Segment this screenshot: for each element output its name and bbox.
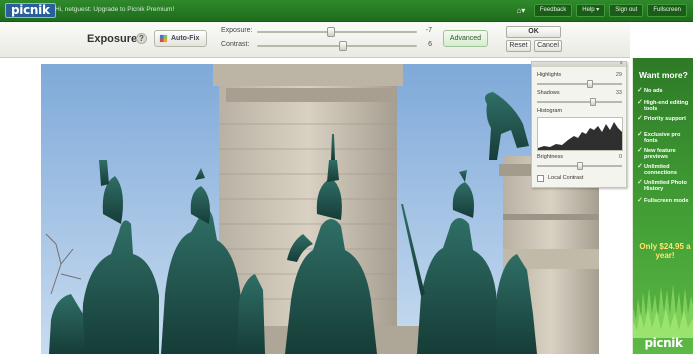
magic-wand-icon — [159, 34, 168, 43]
cancel-button[interactable]: Cancel — [534, 40, 562, 52]
exposure-value: -7 — [425, 27, 432, 34]
ad-feature-item: ✓ Unlimited connections — [637, 163, 693, 177]
auto-fix-button[interactable]: Auto-Fix — [154, 30, 207, 47]
brightness-label: Brightness — [537, 154, 563, 160]
tool-title: Exposure — [87, 33, 138, 45]
advanced-panel: × Highlights 29 Shadows 33 Histogram Bri… — [531, 61, 627, 188]
contrast-slider[interactable] — [257, 41, 417, 51]
ad-feature-label: Unlimited connections — [644, 164, 677, 177]
highlights-slider-thumb[interactable] — [586, 80, 593, 88]
help-icon[interactable]: ? — [136, 33, 147, 44]
ad-feature-label: Exclusive pro fonts — [644, 132, 681, 145]
shadows-slider[interactable] — [537, 98, 622, 106]
contrast-label: Contrast: — [221, 41, 250, 48]
brightness-slider-thumb[interactable] — [576, 162, 583, 170]
local-contrast-checkbox[interactable] — [537, 175, 544, 182]
histogram-graph — [537, 117, 623, 151]
highlights-slider[interactable] — [537, 80, 622, 88]
fullscreen-button[interactable]: Fullscreen — [647, 4, 687, 17]
advanced-button[interactable]: Advanced — [443, 30, 488, 47]
brightness-slider[interactable] — [537, 162, 622, 170]
exposure-slider[interactable] — [257, 27, 417, 37]
histogram-bars — [538, 122, 622, 150]
brightness-value: 0 — [618, 154, 622, 160]
checkmark-icon: ✓ — [637, 163, 643, 170]
ad-price: Only $24.95 a year! — [639, 242, 691, 260]
ad-title: Want more? — [639, 70, 688, 80]
top-nav: ⌂▾ Feedback Help ▾ Sign out Fullscreen — [512, 4, 687, 17]
ad-feature-label: Unlimited Photo History — [644, 180, 687, 193]
highlights-value: 29 — [615, 72, 622, 78]
contrast-slider-thumb[interactable] — [339, 41, 348, 51]
reset-button[interactable]: Reset — [506, 40, 531, 52]
local-contrast-label: Local Contrast — [548, 175, 584, 181]
contrast-value: 6 — [428, 41, 432, 48]
shadows-label: Shadows — [537, 90, 560, 96]
shadows-value: 33 — [615, 90, 622, 96]
checkmark-icon: ✓ — [637, 197, 643, 204]
checkmark-icon: ✓ — [637, 87, 643, 94]
ad-feature-item: ✓ New feature previews — [637, 147, 693, 161]
ad-feature-label: Priority support — [644, 116, 686, 122]
ad-feature-item: ✓ Unlimited Photo History — [637, 179, 693, 193]
top-bar: picnik Hi, netguest: Upgrade to Picnik P… — [0, 0, 693, 22]
ad-feature-item: ✓ No ads — [637, 87, 693, 94]
ok-button[interactable]: OK — [506, 26, 561, 38]
ad-feature-item: ✓ Priority support — [637, 115, 693, 122]
feedback-link[interactable]: Feedback — [533, 4, 573, 17]
close-icon[interactable]: × — [619, 61, 623, 67]
shadows-slider-thumb[interactable] — [590, 98, 597, 106]
exposure-label: Exposure: — [221, 27, 253, 34]
home-icon[interactable]: ⌂▾ — [512, 4, 530, 17]
ad-feature-label: New feature previews — [644, 148, 676, 161]
picnik-logo[interactable]: picnik — [5, 3, 56, 18]
sign-out-link[interactable]: Sign out — [609, 4, 644, 17]
photo-statues-image — [41, 64, 599, 354]
checkmark-icon: ✓ — [637, 131, 643, 138]
checkmark-icon: ✓ — [637, 179, 643, 186]
histogram-label: Histogram — [537, 108, 563, 114]
ad-feature-label: Fullscreen mode — [644, 198, 689, 204]
ad-feature-item: ✓ Exclusive pro fonts — [637, 131, 693, 145]
ad-feature-label: High-end editing tools — [644, 100, 689, 113]
checkmark-icon: ✓ — [637, 115, 643, 122]
checkmark-icon: ✓ — [637, 99, 643, 106]
ad-feature-label: No ads — [644, 88, 663, 94]
edited-photo[interactable] — [41, 64, 599, 354]
exposure-tool-panel: Exposure ? Auto-Fix Exposure: -7 Contras… — [0, 22, 630, 58]
checkmark-icon: ✓ — [637, 147, 643, 154]
ad-feature-item: ✓ Fullscreen mode — [637, 197, 693, 204]
help-menu[interactable]: Help ▾ — [576, 4, 606, 17]
advanced-panel-titlebar[interactable] — [532, 62, 626, 67]
picnik-editor: picnik Hi, netguest: Upgrade to Picnik P… — [0, 0, 693, 354]
upgrade-greeting[interactable]: Hi, netguest: Upgrade to Picnik Premium! — [55, 6, 174, 13]
exposure-slider-thumb[interactable] — [326, 27, 335, 37]
highlights-label: Highlights — [537, 72, 562, 78]
auto-fix-label: Auto-Fix — [171, 35, 200, 42]
ad-feature-item: ✓ High-end editing tools — [637, 99, 693, 113]
ad-picnik-logo: picnik — [644, 336, 683, 350]
grass-illustration — [633, 284, 693, 338]
premium-ad-banner[interactable]: Want more? ✓ No ads ✓ High-end editing tool… — [632, 58, 693, 354]
